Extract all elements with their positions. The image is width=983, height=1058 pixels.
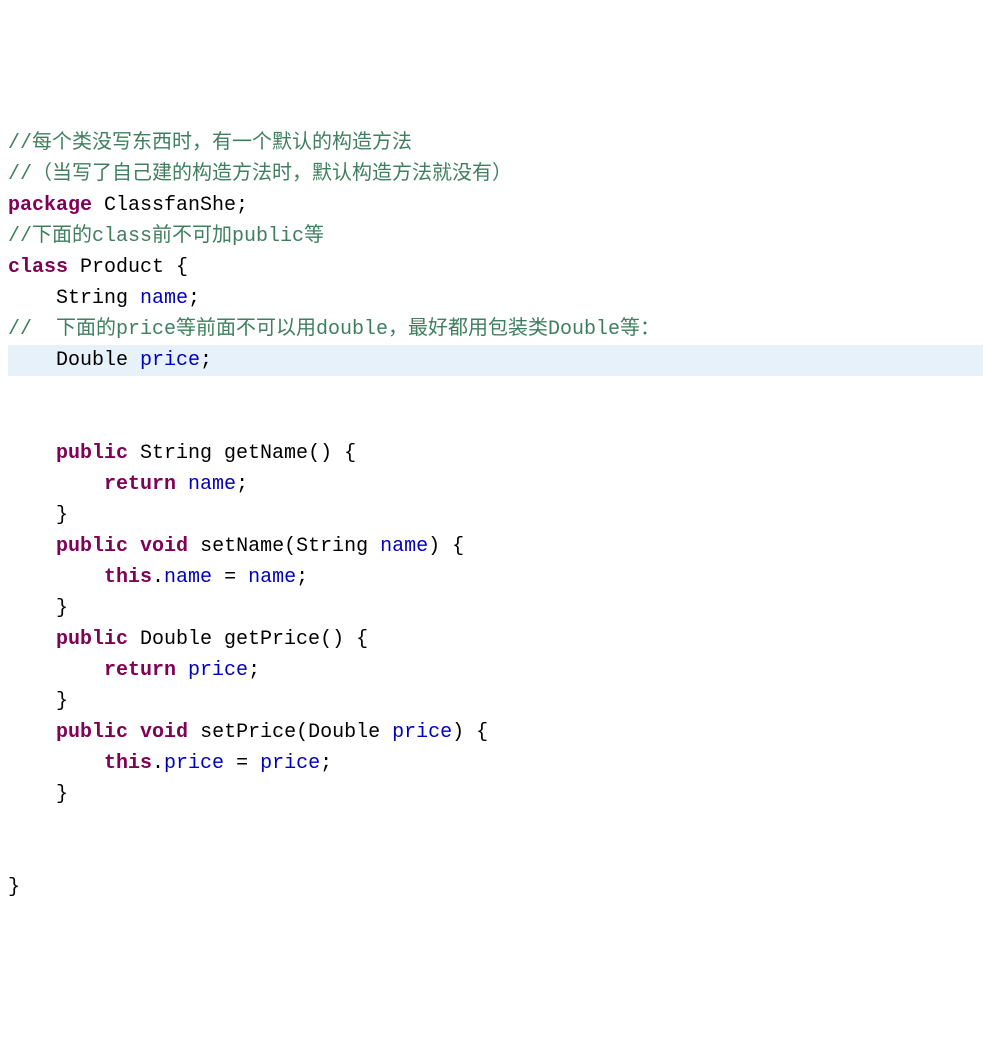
code-token: setPrice [188, 721, 296, 744]
code-token: ( [296, 721, 308, 744]
code-token: //每个类没写东西时，有一个默认的构造方法 [8, 132, 412, 155]
code-token: } [8, 783, 68, 806]
code-token: this [104, 566, 152, 589]
code-line[interactable]: return price; [8, 655, 983, 686]
code-line[interactable] [8, 810, 983, 841]
code-token: price [260, 752, 320, 775]
code-token: () { [320, 628, 368, 651]
code-token [8, 442, 56, 465]
code-token: name [248, 566, 296, 589]
code-token: ) { [428, 535, 464, 558]
code-token: . [152, 752, 164, 775]
code-line[interactable]: } [8, 872, 983, 903]
code-token: ( [284, 535, 296, 558]
code-line[interactable]: public String getName() { [8, 438, 983, 469]
code-token [8, 659, 104, 682]
code-token: public [56, 721, 128, 744]
code-token: = [212, 566, 248, 589]
code-token: } [8, 876, 20, 899]
code-line[interactable]: public Double getPrice() { [8, 624, 983, 655]
code-token: { [176, 256, 188, 279]
code-token: Double getPrice [128, 628, 320, 651]
code-line[interactable]: //下面的class前不可加public等 [8, 221, 983, 252]
code-token: } [8, 504, 68, 527]
code-token: Product [68, 256, 176, 279]
code-token: ; [200, 349, 212, 372]
code-line[interactable]: Double price; [8, 345, 983, 376]
code-token: price [164, 752, 224, 775]
code-token: setName [188, 535, 284, 558]
code-token: } [8, 597, 68, 620]
code-line[interactable]: package ClassfanShe; [8, 190, 983, 221]
code-token: ClassfanShe [92, 194, 236, 217]
code-line[interactable]: String name; [8, 283, 983, 314]
code-token: public [56, 535, 128, 558]
code-token: package [8, 194, 92, 217]
code-token [8, 628, 56, 651]
code-token: name [140, 287, 188, 310]
code-token: Double [8, 349, 140, 372]
code-token: price [188, 659, 248, 682]
code-token: ; [320, 752, 332, 775]
code-line[interactable]: public void setPrice(Double price) { [8, 717, 983, 748]
code-token [8, 473, 104, 496]
code-token [176, 659, 188, 682]
code-token: price [140, 349, 200, 372]
code-editor[interactable]: //每个类没写东西时，有一个默认的构造方法 //（当写了自己建的构造方法时，默认构… [0, 124, 983, 903]
code-line[interactable]: } [8, 500, 983, 531]
code-token: return [104, 659, 176, 682]
code-line[interactable] [8, 407, 983, 438]
code-line[interactable] [8, 376, 983, 407]
code-token [128, 721, 140, 744]
code-token: price [392, 721, 452, 744]
code-token: . [152, 566, 164, 589]
code-token: name [188, 473, 236, 496]
code-line[interactable]: } [8, 593, 983, 624]
code-token: = [224, 752, 260, 775]
code-token: //（当写了自己建的构造方法时，默认构造方法就没有） [8, 163, 512, 186]
code-line[interactable]: //每个类没写东西时，有一个默认的构造方法 [8, 128, 983, 159]
code-token: ; [248, 659, 260, 682]
code-line[interactable] [8, 841, 983, 872]
code-token: () { [308, 442, 356, 465]
code-line[interactable]: this.price = price; [8, 748, 983, 779]
code-token: // 下面的price等前面不可以用double，最好都用包装类Double等： [8, 318, 660, 341]
code-token: ; [188, 287, 200, 310]
code-token: ; [236, 194, 248, 217]
code-token [8, 566, 104, 589]
code-token: //下面的class前不可加public等 [8, 225, 324, 248]
code-token: return [104, 473, 176, 496]
code-token: String [296, 535, 380, 558]
code-line[interactable]: public void setName(String name) { [8, 531, 983, 562]
code-token: ) { [452, 721, 488, 744]
code-token [128, 535, 140, 558]
code-line[interactable]: return name; [8, 469, 983, 500]
code-token: ; [296, 566, 308, 589]
code-token: this [104, 752, 152, 775]
code-token [8, 752, 104, 775]
code-token: public [56, 442, 128, 465]
code-token: String getName [128, 442, 308, 465]
code-token: } [8, 690, 68, 713]
code-token: Double [308, 721, 392, 744]
code-token [8, 721, 56, 744]
code-token: ; [236, 473, 248, 496]
code-token: name [380, 535, 428, 558]
code-line[interactable]: } [8, 779, 983, 810]
code-line[interactable]: //（当写了自己建的构造方法时，默认构造方法就没有） [8, 159, 983, 190]
code-token: name [164, 566, 212, 589]
code-line[interactable]: this.name = name; [8, 562, 983, 593]
code-token [8, 535, 56, 558]
code-line[interactable]: class Product { [8, 252, 983, 283]
code-token: String [8, 287, 140, 310]
code-token [176, 473, 188, 496]
code-token: void [140, 535, 188, 558]
code-line[interactable]: // 下面的price等前面不可以用double，最好都用包装类Double等： [8, 314, 983, 345]
code-token: void [140, 721, 188, 744]
code-line[interactable]: } [8, 686, 983, 717]
code-token: public [56, 628, 128, 651]
code-token: class [8, 256, 68, 279]
